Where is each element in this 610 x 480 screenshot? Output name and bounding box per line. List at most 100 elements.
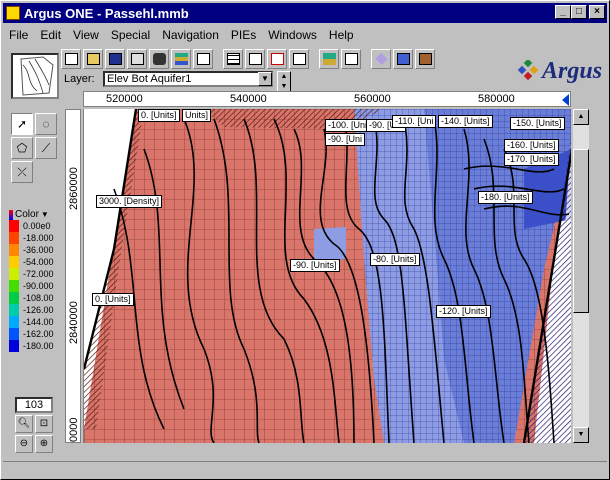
zoom-plus-button[interactable]: ⊕ xyxy=(35,435,53,453)
tool-button[interactable] xyxy=(415,49,435,69)
legend-entry: -18.000 xyxy=(9,232,61,244)
title-bar: Argus ONE - Passehl.mmb _ □ × xyxy=(3,3,607,23)
scroll-down-button[interactable]: ▼ xyxy=(573,427,589,443)
scroll-thumb[interactable] xyxy=(573,149,589,313)
map-label: -160. [Units] xyxy=(504,139,559,152)
color-legend: Color ▼ 0.00e0 -18.000 -36.000 -54.000 -72.0… xyxy=(9,209,61,369)
move-button[interactable] xyxy=(289,49,309,69)
book-icon xyxy=(344,53,358,65)
legend-swatch xyxy=(9,232,19,244)
ruler-y-label: 0000 xyxy=(68,417,80,442)
lasso-tool[interactable]: ◌ xyxy=(35,113,57,135)
pointer-tool[interactable]: ➚ xyxy=(11,113,33,135)
scroll-up-button[interactable]: ▲ xyxy=(573,109,589,125)
legend-entry: 0.00e0 xyxy=(9,220,61,232)
legend-value: -162.00 xyxy=(23,329,54,339)
layer-stepper[interactable]: ▲ ▼ xyxy=(277,71,291,93)
save-button[interactable] xyxy=(105,49,125,69)
grid-button[interactable] xyxy=(223,49,243,69)
menu-view[interactable]: View xyxy=(67,28,105,42)
legend-value: 0.00e0 xyxy=(23,221,51,231)
zoom-fit-button[interactable] xyxy=(193,49,213,69)
print-button[interactable] xyxy=(127,49,147,69)
legend-value: -54.000 xyxy=(23,257,54,267)
minimize-button[interactable]: _ xyxy=(555,5,571,19)
zoom-plus-icon: ⊕ xyxy=(39,438,49,449)
layers-button[interactable] xyxy=(171,49,191,69)
map-canvas[interactable]: 0. [Units] Units] -100. [Uni -90. [Uni -… xyxy=(83,109,571,443)
map-label: -140. [Units] xyxy=(438,115,493,128)
diamond-icon xyxy=(374,52,388,66)
arrow-icon: ➚ xyxy=(16,117,28,131)
map-label: -90. [Units] xyxy=(290,259,340,272)
app-icon[interactable] xyxy=(6,6,20,20)
logo-text: Argus xyxy=(542,57,603,84)
zoom-level[interactable]: 103 xyxy=(15,397,53,413)
map-label: Units] xyxy=(182,109,212,122)
text-icon xyxy=(248,53,262,65)
map-label: -80. [Units] xyxy=(370,253,420,266)
legend-value: -180.00 xyxy=(23,341,54,351)
legend-entry: -90.000 xyxy=(9,280,61,292)
ruler-y-label: 2860000 xyxy=(68,167,80,210)
legend-swatch xyxy=(9,340,19,352)
cards-button[interactable] xyxy=(393,49,413,69)
line-tool[interactable]: ⟋ xyxy=(35,137,57,159)
vertical-ruler: 2860000 2840000 0000 xyxy=(65,109,81,443)
chevron-down-icon[interactable]: ▼ xyxy=(258,72,272,86)
legend-entry: -108.00 xyxy=(9,292,61,304)
legend-value: -36.000 xyxy=(23,245,54,255)
layer-label: Layer: xyxy=(64,73,95,85)
polygon-tool[interactable]: ⬠ xyxy=(11,137,33,159)
new-file-button[interactable] xyxy=(61,49,81,69)
new-file-icon xyxy=(64,53,78,65)
legend-entry: -162.00 xyxy=(9,328,61,340)
legend-swatch xyxy=(9,220,19,232)
map-label: -120. [Units] xyxy=(436,305,491,318)
ruler-x-label: 560000 xyxy=(354,93,391,105)
ruler-x-label: 580000 xyxy=(478,93,515,105)
legend-swatch xyxy=(9,316,19,328)
layer-select[interactable]: Elev Bot Aquifer1 ▼ xyxy=(103,71,273,87)
close-button[interactable]: × xyxy=(589,5,605,19)
legend-swatch xyxy=(9,256,19,268)
diamond-button[interactable] xyxy=(371,49,391,69)
legend-value: -18.000 xyxy=(23,233,54,243)
menu-file[interactable]: File xyxy=(3,28,34,42)
application-window: Argus ONE - Passehl.mmb _ □ × File Edit … xyxy=(0,0,610,480)
zoom-window-button[interactable]: ⊡ xyxy=(35,415,53,433)
open-file-button[interactable] xyxy=(83,49,103,69)
vertical-scrollbar[interactable]: ▲ ▼ xyxy=(573,109,589,443)
menu-edit[interactable]: Edit xyxy=(34,28,67,42)
zoom-in-button[interactable]: 🔍︎ xyxy=(15,415,33,433)
legend-header[interactable]: Color ▼ xyxy=(9,209,61,220)
legend-entry: -126.00 xyxy=(9,304,61,316)
save-icon xyxy=(108,53,122,65)
find-button[interactable] xyxy=(149,49,169,69)
legend-entry: -36.000 xyxy=(9,244,61,256)
menu-special[interactable]: Special xyxy=(105,28,156,42)
legend-entry: -180.00 xyxy=(9,340,61,352)
color-bar-icon xyxy=(9,209,13,220)
maximize-button[interactable]: □ xyxy=(571,5,587,19)
menu-help[interactable]: Help xyxy=(323,28,360,42)
arrow-up-icon: ▲ xyxy=(577,113,585,120)
print-icon xyxy=(130,53,144,65)
point-tool[interactable]: ⤫ xyxy=(11,161,33,183)
ruler-marker-icon xyxy=(562,94,569,106)
main-toolbar xyxy=(61,49,435,71)
formula-button[interactable] xyxy=(267,49,287,69)
horizontal-scrollbar[interactable] xyxy=(83,445,571,459)
stack-button[interactable] xyxy=(319,49,339,69)
menu-windows[interactable]: Windows xyxy=(262,28,323,42)
map-label: -180. [Units] xyxy=(478,191,533,204)
menu-pies[interactable]: PIEs xyxy=(225,28,262,42)
legend-value: -90.000 xyxy=(23,281,54,291)
open-file-icon xyxy=(86,53,100,65)
menu-navigation[interactable]: Navigation xyxy=(156,28,225,42)
overview-thumbnail[interactable] xyxy=(11,53,59,99)
zoom-out-button[interactable]: ⊖ xyxy=(15,435,33,453)
book-button[interactable] xyxy=(341,49,361,69)
ruler-y-label: 2840000 xyxy=(68,301,80,344)
text-button[interactable] xyxy=(245,49,265,69)
